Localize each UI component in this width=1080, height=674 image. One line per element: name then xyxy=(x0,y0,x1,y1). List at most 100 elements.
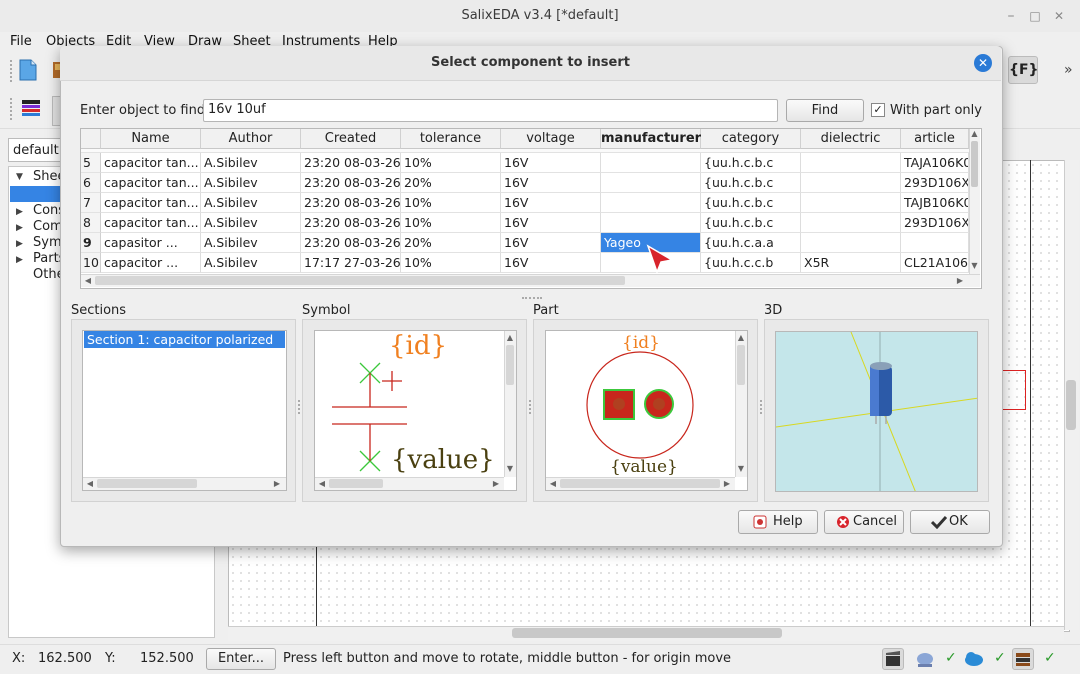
table-cell[interactable]: TAJA106K0 xyxy=(901,153,969,173)
table-cell[interactable]: {uu.h.c.b.c xyxy=(701,193,801,213)
table-cell[interactable]: 16V xyxy=(501,233,601,253)
table-cell[interactable] xyxy=(801,233,901,253)
scroll-left-icon[interactable]: ◀ xyxy=(317,479,327,488)
table-cell[interactable]: A.Sibilev xyxy=(201,253,301,273)
column-header-category[interactable]: category xyxy=(701,129,801,149)
table-cell[interactable] xyxy=(601,153,701,173)
expand-arrow-icon[interactable]: ▶ xyxy=(16,255,23,265)
table-cell[interactable]: 16V xyxy=(501,193,601,213)
layers-icon[interactable] xyxy=(20,98,42,118)
view3d-canvas[interactable] xyxy=(775,331,978,492)
scroll-left-icon[interactable]: ◀ xyxy=(548,479,558,488)
table-cell[interactable]: A.Sibilev xyxy=(201,153,301,173)
with-part-only-checkbox[interactable]: ✓ xyxy=(871,103,885,117)
ok-button[interactable]: OK xyxy=(910,510,990,534)
scroll-down-icon[interactable]: ▼ xyxy=(504,464,516,473)
table-cell[interactable]: 20% xyxy=(401,173,501,193)
table-cell[interactable]: capacitor ... xyxy=(101,253,201,273)
scroll-right-icon[interactable]: ▶ xyxy=(955,276,965,285)
menu-file[interactable]: File xyxy=(10,34,32,49)
table-cell[interactable] xyxy=(601,193,701,213)
books-icon[interactable] xyxy=(1012,648,1034,670)
sheet-combo[interactable]: default xyxy=(8,138,68,162)
scroll-left-icon[interactable]: ◀ xyxy=(83,276,93,285)
splitter-handle[interactable] xyxy=(522,297,542,301)
new-file-icon[interactable] xyxy=(18,58,38,82)
formula-button[interactable]: {F} xyxy=(1008,56,1039,84)
expand-arrow-icon[interactable]: ▶ xyxy=(16,223,23,233)
help-button[interactable]: Help xyxy=(738,510,818,534)
table-cell[interactable] xyxy=(601,213,701,233)
find-button[interactable]: Find xyxy=(786,99,864,122)
minimize-button[interactable]: – xyxy=(1003,8,1019,24)
table-cell[interactable]: 293D106X0 xyxy=(901,173,969,193)
table-hscroll-thumb[interactable] xyxy=(95,276,625,285)
section-item[interactable]: Section 1: capacitor polarized xyxy=(84,331,285,348)
find-input[interactable]: 16v 10uf xyxy=(203,99,778,122)
table-cell[interactable]: 10% xyxy=(401,213,501,233)
column-header-voltage[interactable]: voltage xyxy=(501,129,601,149)
maximize-button[interactable]: □ xyxy=(1027,8,1043,24)
cloud-icon[interactable] xyxy=(962,648,986,670)
table-cell[interactable]: X5R xyxy=(801,253,901,273)
canvas-hscroll-thumb[interactable] xyxy=(512,628,782,638)
scroll-right-icon[interactable]: ▶ xyxy=(272,479,282,488)
table-cell[interactable] xyxy=(601,173,701,193)
enter-button[interactable]: Enter... xyxy=(206,648,276,670)
table-cell[interactable]: 17:17 27-03-26 xyxy=(301,253,401,273)
column-header-dielectric[interactable]: dielectric xyxy=(801,129,901,149)
table-cell[interactable]: 16V xyxy=(501,213,601,233)
scroll-up-icon[interactable]: ▲ xyxy=(504,333,516,342)
table-cell[interactable]: 10% xyxy=(401,153,501,173)
scroll-up-icon[interactable]: ▲ xyxy=(969,129,980,138)
column-header-manufacturer[interactable]: manufacturer xyxy=(601,129,701,149)
tree-item-com[interactable]: Com xyxy=(33,219,63,234)
column-header-tolerance[interactable]: tolerance xyxy=(401,129,501,149)
scroll-right-icon[interactable]: ▶ xyxy=(491,479,501,488)
column-header-author[interactable]: Author xyxy=(201,129,301,149)
scroll-right-icon[interactable]: ▶ xyxy=(722,479,732,488)
table-cell[interactable]: {uu.h.c.c.b xyxy=(701,253,801,273)
table-cell[interactable] xyxy=(801,153,901,173)
table-vscroll-thumb[interactable] xyxy=(971,141,978,187)
column-header-created[interactable]: Created xyxy=(301,129,401,149)
table-cell[interactable]: capacitor tan... xyxy=(101,173,201,193)
table-cell[interactable]: {uu.h.c.b.c xyxy=(701,153,801,173)
table-cell[interactable]: A.Sibilev xyxy=(201,193,301,213)
scroll-down-icon[interactable]: ▼ xyxy=(969,261,980,270)
table-cell[interactable]: capacitor tan... xyxy=(101,193,201,213)
part-vscroll-thumb[interactable] xyxy=(737,345,745,385)
table-cell[interactable]: A.Sibilev xyxy=(201,173,301,193)
globe-icon[interactable] xyxy=(914,648,936,670)
table-cell[interactable] xyxy=(901,233,969,253)
scroll-up-icon[interactable]: ▲ xyxy=(735,333,747,342)
table-cell[interactable]: capacitor tan... xyxy=(101,153,201,173)
table-cell[interactable] xyxy=(801,173,901,193)
table-cell[interactable]: 16V xyxy=(501,173,601,193)
table-cell[interactable]: 16V xyxy=(501,253,601,273)
table-cell[interactable]: 23:20 08-03-26 xyxy=(301,193,401,213)
table-cell[interactable]: 23:20 08-03-26 xyxy=(301,213,401,233)
table-cell[interactable]: 23:20 08-03-26 xyxy=(301,233,401,253)
table-cell[interactable]: capasitor ... xyxy=(101,233,201,253)
canvas-vscroll-thumb[interactable] xyxy=(1066,380,1076,430)
table-cell[interactable]: A.Sibilev xyxy=(201,233,301,253)
table-cell[interactable]: 293D106X0 xyxy=(901,213,969,233)
table-cell[interactable]: CL21A106K xyxy=(901,253,969,273)
table-cell[interactable]: 23:20 08-03-26 xyxy=(301,153,401,173)
clapperboard-icon[interactable] xyxy=(882,648,904,670)
table-cell[interactable] xyxy=(801,193,901,213)
table-cell[interactable]: 23:20 08-03-26 xyxy=(301,173,401,193)
symbol-hscroll-thumb[interactable] xyxy=(329,479,383,488)
expand-arrow-icon[interactable]: ▶ xyxy=(16,239,23,249)
table-cell[interactable]: A.Sibilev xyxy=(201,213,301,233)
tree-item-sym[interactable]: Sym xyxy=(33,235,62,250)
symbol-vscroll-thumb[interactable] xyxy=(506,345,514,385)
table-cell[interactable]: {uu.h.c.a.a xyxy=(701,233,801,253)
column-header-article[interactable]: article xyxy=(901,129,969,149)
table-cell[interactable]: {uu.h.c.b.c xyxy=(701,213,801,233)
expand-arrow-icon[interactable]: ▶ xyxy=(16,207,23,217)
dialog-close-icon[interactable]: ✕ xyxy=(974,54,992,72)
table-cell[interactable]: 20% xyxy=(401,233,501,253)
table-cell[interactable]: TAJB106K0 xyxy=(901,193,969,213)
